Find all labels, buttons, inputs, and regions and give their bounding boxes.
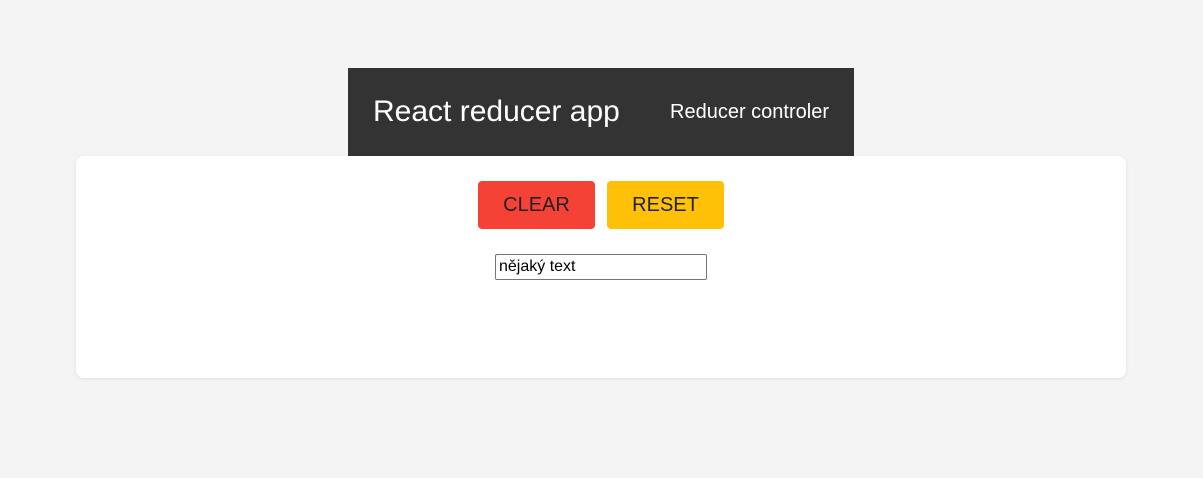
page: React reducer app Reducer controler CLEA… [0, 0, 1203, 478]
nav-link-reducer-controller[interactable]: Reducer controler [670, 101, 829, 124]
reset-button[interactable]: RESET [607, 181, 724, 229]
controller-card: CLEAR RESET [76, 156, 1126, 378]
clear-button[interactable]: CLEAR [478, 181, 595, 229]
app-header: React reducer app Reducer controler [348, 68, 854, 156]
app-title: React reducer app [373, 95, 620, 128]
button-group: CLEAR RESET [76, 181, 1126, 229]
text-input[interactable] [495, 254, 707, 280]
